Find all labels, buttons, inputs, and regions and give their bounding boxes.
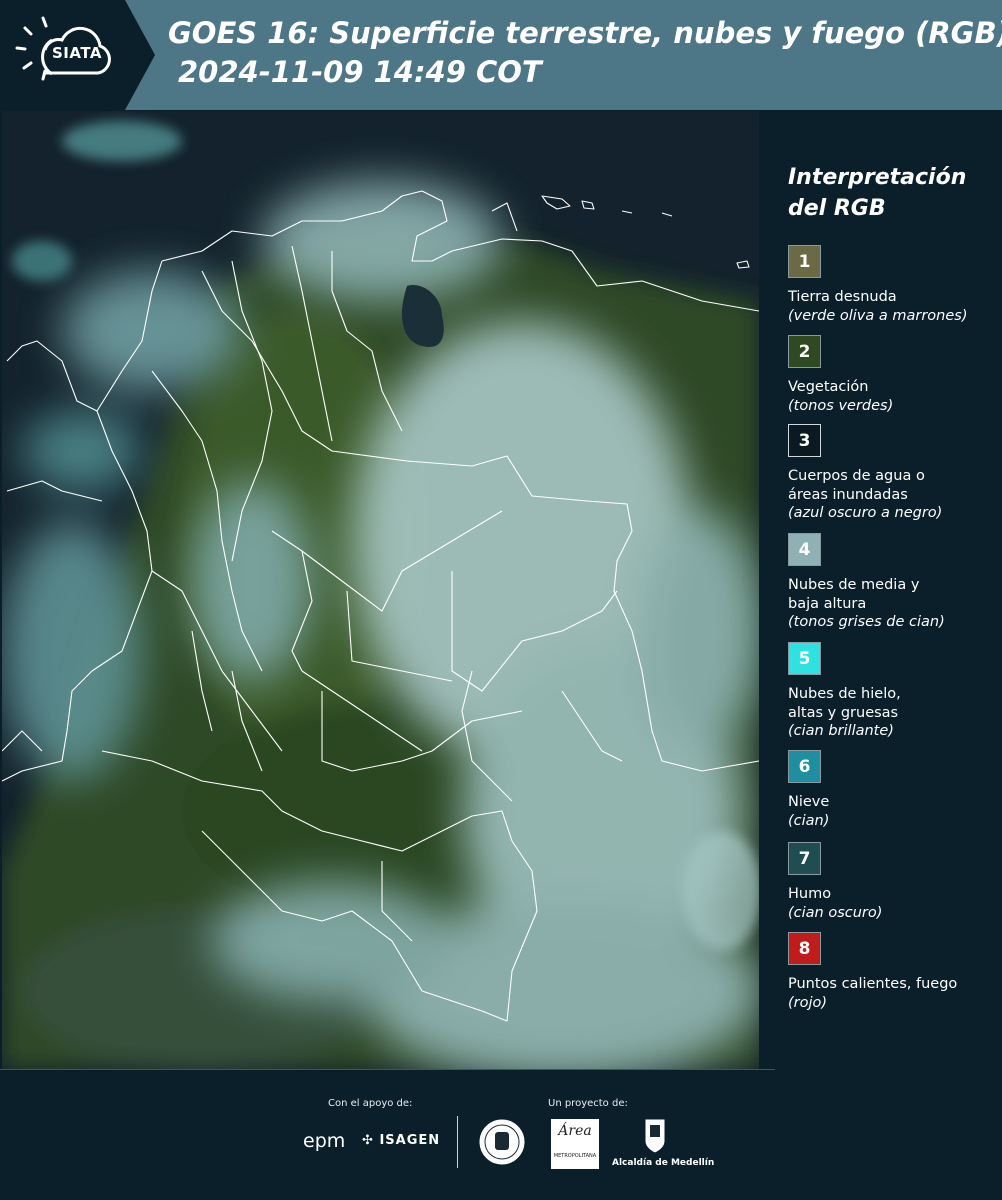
legend-swatch: 2 (788, 335, 821, 368)
legend-swatch: 4 (788, 533, 821, 566)
legend-sub: (cian brillante) (788, 723, 894, 739)
isagen-logo: ✣ ISAGEN (362, 1133, 440, 1148)
footer-divider (0, 1069, 775, 1070)
legend-sub: (verde oliva a marrones) (788, 307, 968, 324)
legend-item: 5 Nubes de hielo, altas y gruesas (cian … (788, 642, 993, 741)
legend-swatch: 6 (788, 750, 821, 783)
satellite-map[interactable] (2, 111, 759, 1069)
legend-label: Nubes de media y (788, 577, 920, 593)
legend-label: Nieve (788, 794, 830, 810)
support-label: Con el apoyo de: (328, 1098, 413, 1109)
legend-label-2: altas y gruesas (788, 704, 899, 721)
legend-label: Cuerpos de agua o (788, 468, 925, 484)
legend-label: Tierra desnuda (788, 289, 897, 305)
legend-title-line2: del RGB (788, 196, 886, 221)
legend-swatch: 7 (788, 842, 821, 875)
project-label: Un proyecto de: (548, 1098, 628, 1109)
legend-label: Puntos calientes, fuego (788, 976, 958, 992)
legend-label: Vegetación (788, 379, 869, 395)
legend-swatch: 5 (788, 642, 821, 675)
legend-title-line1: Interpretación (788, 165, 967, 190)
legend-item: 4 Nubes de media y baja altura (tonos gr… (788, 533, 993, 632)
legend-item: 7 Humo (cian oscuro) (788, 842, 993, 922)
isagen-icon: ✣ (362, 1133, 374, 1148)
legend-sub: (rojo) (788, 994, 828, 1011)
area-logo-name: Área (558, 1123, 592, 1139)
legend-item: 1 Tierra desnuda (verde oliva a marrones… (788, 245, 993, 325)
legend-item: 2 Vegetación (tonos verdes) (788, 335, 993, 415)
siata-logo: SIATA (0, 0, 155, 110)
legend-item: 8 Puntos calientes, fuego (rojo) (788, 932, 993, 1012)
legend-label: Humo (788, 886, 832, 902)
page-title: GOES 16: Superficie terrestre, nubes y f… (168, 16, 1002, 50)
epm-logo: epm (303, 1130, 346, 1152)
legend-sub: (cian) (788, 812, 830, 829)
legend-swatch: 3 (788, 424, 821, 457)
legend-swatch: 1 (788, 245, 821, 278)
legend-item: 6 Nieve (cian) (788, 750, 993, 830)
legend-label-2: áreas inundadas (788, 486, 908, 503)
legend-label: Nubes de hielo, (788, 686, 901, 702)
alcaldia-medellin-label: Alcaldía de Medellín (612, 1158, 715, 1168)
header-bar: SIATA GOES 16: Superficie terrestre, nub… (0, 0, 1002, 110)
university-seal-icon (478, 1118, 526, 1166)
area-metropolitana-logo: Área METROPOLITANA (551, 1119, 599, 1169)
footer-separator (457, 1116, 458, 1168)
legend-swatch: 8 (788, 932, 821, 965)
legend-sub: (tonos verdes) (788, 397, 894, 414)
legend-sub: (cian oscuro) (788, 904, 883, 921)
legend-item: 3 Cuerpos de agua o áreas inundadas (azu… (788, 424, 993, 523)
medellin-shield-icon (644, 1118, 666, 1154)
isagen-text: ISAGEN (379, 1133, 441, 1148)
page-timestamp: 2024-11-09 14:49 COT (178, 55, 542, 89)
area-logo-sub: METROPOLITANA (553, 1153, 597, 1159)
legend-sub: (tonos grises de cian) (788, 614, 945, 630)
legend-label-2: baja altura (788, 595, 867, 612)
legend-title: Interpretación del RGB (788, 162, 988, 224)
legend-sub: (azul oscuro a negro) (788, 505, 943, 521)
siata-logo-text: SIATA (52, 44, 103, 62)
